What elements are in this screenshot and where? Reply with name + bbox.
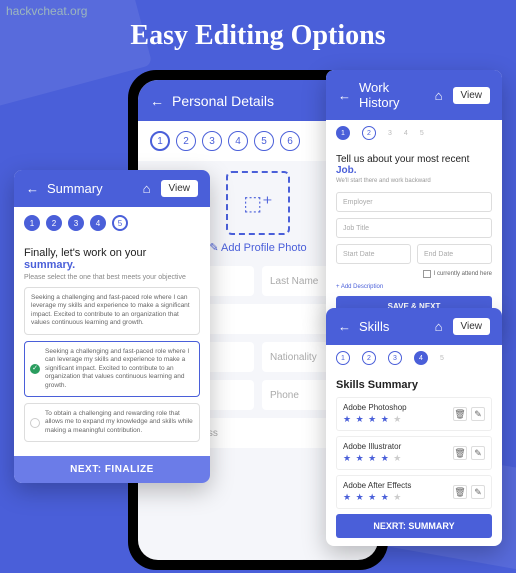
home-icon[interactable]: ⌂ (435, 88, 443, 103)
header-title: Summary (47, 181, 103, 196)
back-icon[interactable]: ← (338, 319, 351, 334)
start-date-field[interactable]: Start Date (336, 244, 411, 264)
summary-card: ← Summary ⌂ View 1 2 3 4 5 Finally, let'… (14, 170, 210, 483)
back-icon[interactable]: ← (26, 181, 39, 196)
add-photo-box[interactable]: ⬚⁺ (226, 171, 290, 235)
step-indicator: 1 2 3 4 5 (14, 207, 210, 239)
step-indicator: 1 2 3 4 5 (326, 120, 502, 146)
employer-field[interactable]: Employer (336, 192, 492, 212)
check-icon: ✓ (30, 364, 40, 374)
view-button[interactable]: View (453, 318, 491, 335)
step-1[interactable]: 1 (24, 215, 40, 231)
step-2[interactable]: 2 (46, 215, 62, 231)
skills-summary-title: Skills Summary (336, 379, 492, 391)
step-3[interactable]: 3 (68, 215, 84, 231)
step-indicator: 1 2 3 4 5 (326, 345, 502, 371)
finalize-button[interactable]: NEXT: FINALIZE (14, 456, 210, 483)
back-icon[interactable]: ← (150, 93, 164, 109)
skill-name: Adobe After Effects (343, 481, 453, 490)
skill-stars: ★ ★ ★ ★ ★ (343, 414, 453, 425)
step-4[interactable]: 4 (90, 215, 106, 231)
view-button[interactable]: View (453, 87, 491, 104)
step-4[interactable]: 4 (414, 351, 428, 365)
delete-icon[interactable]: 🗑 (453, 407, 467, 421)
radio-icon (30, 418, 40, 428)
work-history-card: ← Work History ⌂ View 1 2 3 4 5 Tell us … (326, 70, 502, 325)
edit-icon[interactable]: ✎ (471, 485, 485, 499)
skills-card: ← Skills ⌂ View 1 2 3 4 5 Skills Summary… (326, 308, 502, 546)
header-title: Personal Details (172, 93, 274, 109)
skill-row: Adobe Illustrator ★ ★ ★ ★ ★ 🗑 ✎ (336, 436, 492, 470)
edit-icon[interactable]: ✎ (471, 446, 485, 460)
currently-checkbox-row[interactable]: I currently attend here (336, 270, 492, 278)
end-date-field[interactable]: End Date (417, 244, 492, 264)
summary-header: ← Summary ⌂ View (14, 170, 210, 207)
work-heading: Tell us about your most recent Job. (336, 154, 492, 176)
watermark: hackvcheat.org (6, 4, 87, 18)
step-2[interactable]: 2 (176, 131, 196, 151)
add-description-link[interactable]: + Add Description (336, 284, 492, 290)
summary-heading: Finally, let's work on your summary. (24, 247, 200, 271)
skill-stars: ★ ★ ★ ★ ★ (343, 453, 453, 464)
summary-sample-2[interactable]: ✓ Seeking a challenging and fast-paced r… (24, 341, 200, 397)
step-5[interactable]: 5 (254, 131, 274, 151)
summary-subtitle: Please select the one that best meets yo… (24, 274, 200, 281)
step-5[interactable]: 5 (112, 215, 128, 231)
home-icon[interactable]: ⌂ (435, 319, 443, 334)
skill-row: Adobe After Effects ★ ★ ★ ★ ★ 🗑 ✎ (336, 475, 492, 509)
step-1[interactable]: 1 (336, 351, 350, 365)
next-summary-button[interactable]: NEXRT: SUMMARY (336, 514, 492, 538)
step-4[interactable]: 4 (228, 131, 248, 151)
skill-name: Adobe Illustrator (343, 442, 453, 451)
skill-name: Adobe Photoshop (343, 403, 453, 412)
back-icon[interactable]: ← (338, 88, 351, 103)
skills-header: ← Skills ⌂ View (326, 308, 502, 345)
work-header: ← Work History ⌂ View (326, 70, 502, 120)
summary-sample-1[interactable]: Seeking a challenging and fast-paced rol… (24, 287, 200, 335)
header-title: Skills (359, 319, 389, 334)
step-6[interactable]: 6 (280, 131, 300, 151)
delete-icon[interactable]: 🗑 (453, 485, 467, 499)
step-5: 5 (440, 355, 444, 362)
header-title: Work History (359, 80, 429, 110)
step-5: 5 (420, 130, 424, 137)
step-3: 3 (388, 130, 392, 137)
work-subtitle: We'll start there and work backward (336, 178, 492, 184)
step-2[interactable]: 2 (362, 351, 376, 365)
skill-stars: ★ ★ ★ ★ ★ (343, 492, 453, 503)
job-title-field[interactable]: Job Title (336, 218, 492, 238)
view-button[interactable]: View (161, 180, 199, 197)
summary-sample-3[interactable]: To obtain a challenging and rewarding ro… (24, 403, 200, 442)
home-icon[interactable]: ⌂ (143, 181, 151, 196)
step-1[interactable]: 1 (336, 126, 350, 140)
delete-icon[interactable]: 🗑 (453, 446, 467, 460)
skill-row: Adobe Photoshop ★ ★ ★ ★ ★ 🗑 ✎ (336, 397, 492, 431)
step-3[interactable]: 3 (388, 351, 402, 365)
step-1[interactable]: 1 (150, 131, 170, 151)
step-3[interactable]: 3 (202, 131, 222, 151)
step-2[interactable]: 2 (362, 126, 376, 140)
checkbox-icon[interactable] (423, 270, 431, 278)
edit-icon[interactable]: ✎ (471, 407, 485, 421)
step-4: 4 (404, 130, 408, 137)
